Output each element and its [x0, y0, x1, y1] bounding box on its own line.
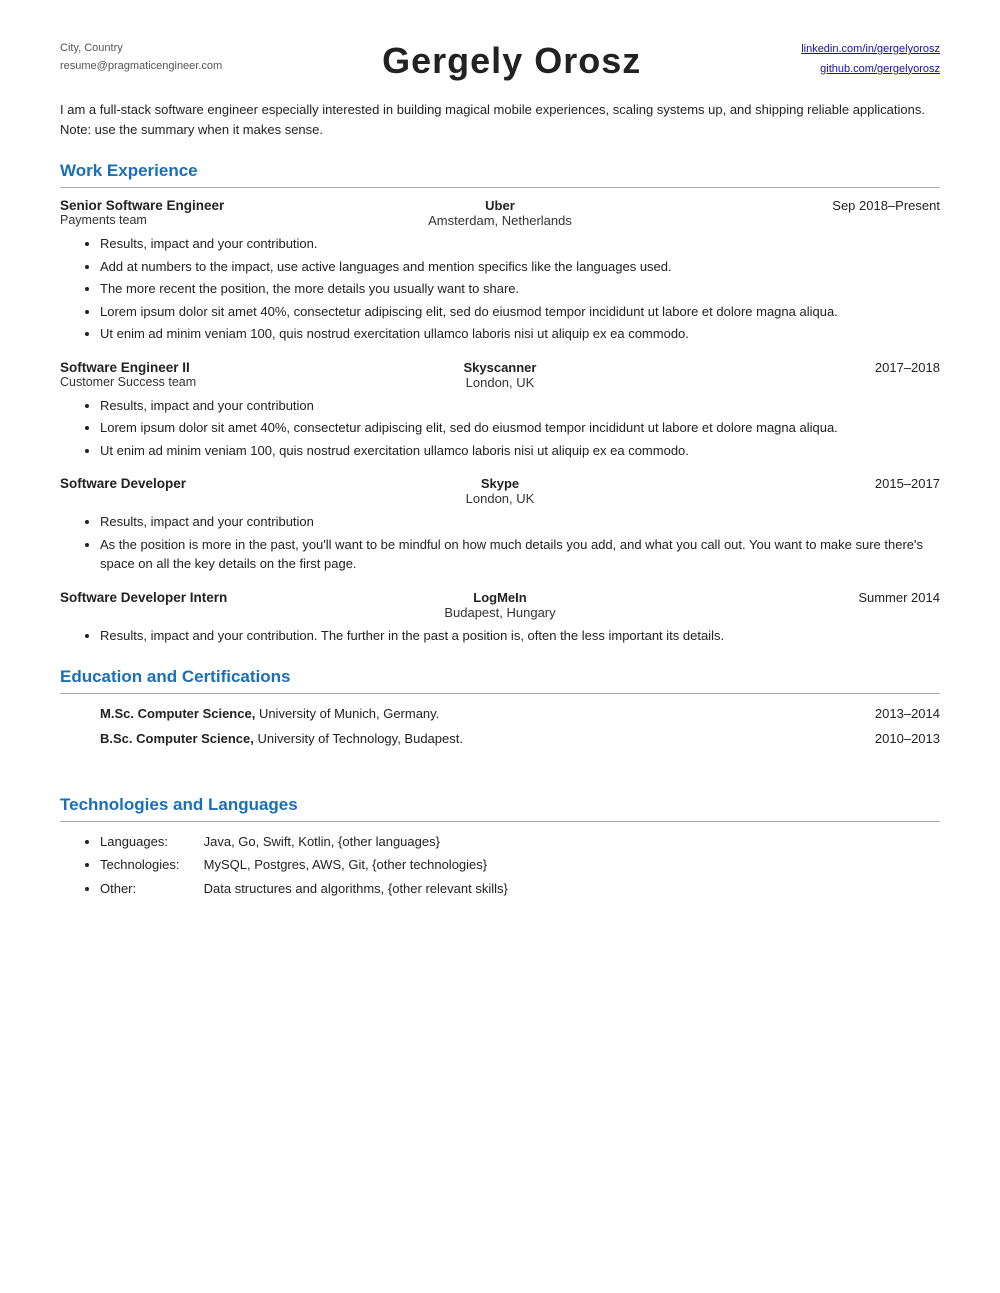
edu-item-2-bold: B.Sc. Computer Science,	[100, 731, 254, 746]
resume-header: City, Country resume@pragmaticengineer.c…	[60, 40, 940, 82]
list-item: Technologies: MySQL, Postgres, AWS, Git,…	[100, 855, 940, 875]
resume-name: Gergely Orosz	[382, 40, 641, 82]
job-4-company: LogMeIn	[353, 590, 646, 605]
header-github[interactable]: github.com/gergelyorosz	[801, 60, 940, 80]
tech-item-2-label: Technologies:	[100, 855, 200, 875]
job-3-bullets: Results, impact and your contribution As…	[100, 512, 940, 574]
job-1-company: Uber	[353, 198, 646, 213]
job-3-location: London, UK	[353, 491, 646, 506]
technologies-bullets: Languages: Java, Go, Swift, Kotlin, {oth…	[100, 832, 940, 899]
job-1-location: Amsterdam, Netherlands	[353, 213, 646, 228]
edu-item-2-rest: University of Technology, Budapest.	[254, 731, 463, 746]
job-1-title-block: Senior Software Engineer Payments team	[60, 198, 353, 227]
job-2-bullets: Results, impact and your contribution Lo…	[100, 396, 940, 461]
edu-item-2-text: B.Sc. Computer Science, University of Te…	[100, 729, 855, 749]
list-item: M.Sc. Computer Science, University of Mu…	[100, 704, 940, 724]
work-experience-section: Work Experience Senior Software Engineer…	[60, 161, 940, 645]
list-item	[100, 753, 940, 773]
job-3-company: Skype	[353, 476, 646, 491]
list-item: As the position is more in the past, you…	[100, 535, 940, 574]
job-4-title: Software Developer Intern	[60, 590, 353, 605]
job-1-header: Senior Software Engineer Payments team U…	[60, 198, 940, 228]
header-city: City, Country	[60, 40, 222, 58]
education-section: Education and Certifications M.Sc. Compu…	[60, 667, 940, 773]
list-item: B.Sc. Computer Science, University of Te…	[100, 729, 940, 749]
technologies-title: Technologies and Languages	[60, 795, 940, 815]
education-divider	[60, 693, 940, 694]
tech-item-3-label: Other:	[100, 879, 200, 899]
job-2-company-block: Skyscanner London, UK	[353, 360, 646, 390]
job-1-title: Senior Software Engineer	[60, 198, 353, 213]
education-title: Education and Certifications	[60, 667, 940, 687]
job-2-title-block: Software Engineer II Customer Success te…	[60, 360, 353, 389]
job-3-title: Software Developer	[60, 476, 353, 491]
edu-item-2-year: 2010–2013	[875, 729, 940, 749]
job-3-dates: 2015–2017	[647, 476, 940, 491]
edu-item-1-text: M.Sc. Computer Science, University of Mu…	[100, 704, 855, 724]
technologies-section: Technologies and Languages Languages: Ja…	[60, 795, 940, 899]
job-4-dates: Summer 2014	[647, 590, 940, 605]
job-1-team: Payments team	[60, 213, 353, 227]
edu-item-1-bold: M.Sc. Computer Science,	[100, 706, 255, 721]
job-4-company-block: LogMeIn Budapest, Hungary	[353, 590, 646, 620]
list-item: Results, impact and your contribution	[100, 396, 940, 416]
job-2-header: Software Engineer II Customer Success te…	[60, 360, 940, 390]
job-2-location: London, UK	[353, 375, 646, 390]
work-experience-title: Work Experience	[60, 161, 940, 181]
job-4-header: Software Developer Intern LogMeIn Budape…	[60, 590, 940, 620]
list-item: The more recent the position, the more d…	[100, 279, 940, 299]
list-item: Ut enim ad minim veniam 100, quis nostru…	[100, 324, 940, 344]
job-3: Software Developer Skype London, UK 2015…	[60, 476, 940, 574]
job-1-company-block: Uber Amsterdam, Netherlands	[353, 198, 646, 228]
job-2-team: Customer Success team	[60, 375, 353, 389]
job-4-location: Budapest, Hungary	[353, 605, 646, 620]
job-1-bullets: Results, impact and your contribution. A…	[100, 234, 940, 344]
technologies-divider	[60, 821, 940, 822]
header-left: City, Country resume@pragmaticengineer.c…	[60, 40, 222, 75]
tech-item-1-label: Languages:	[100, 832, 200, 852]
list-item: Ut enim ad minim veniam 100, quis nostru…	[100, 441, 940, 461]
list-item: Results, impact and your contribution.	[100, 234, 940, 254]
tech-item-2-value: MySQL, Postgres, AWS, Git, {other techno…	[204, 857, 488, 872]
edu-item-3-text	[100, 753, 920, 773]
job-1: Senior Software Engineer Payments team U…	[60, 198, 940, 344]
job-2: Software Engineer II Customer Success te…	[60, 360, 940, 461]
job-3-header: Software Developer Skype London, UK 2015…	[60, 476, 940, 506]
job-2-title: Software Engineer II	[60, 360, 353, 375]
edu-item-1-year: 2013–2014	[875, 704, 940, 724]
education-bullets: M.Sc. Computer Science, University of Mu…	[100, 704, 940, 773]
list-item: Lorem ipsum dolor sit amet 40%, consecte…	[100, 418, 940, 438]
job-2-company: Skyscanner	[353, 360, 646, 375]
header-linkedin[interactable]: linkedin.com/in/gergelyorosz	[801, 40, 940, 60]
list-item: Other: Data structures and algorithms, {…	[100, 879, 940, 899]
header-right: linkedin.com/in/gergelyorosz github.com/…	[801, 40, 940, 80]
list-item: Results, impact and your contribution. T…	[100, 626, 940, 646]
job-4: Software Developer Intern LogMeIn Budape…	[60, 590, 940, 646]
job-1-dates: Sep 2018–Present	[647, 198, 940, 213]
job-2-dates: 2017–2018	[647, 360, 940, 375]
tech-item-3-value: Data structures and algorithms, {other r…	[204, 881, 508, 896]
job-3-title-block: Software Developer	[60, 476, 353, 491]
list-item: Add at numbers to the impact, use active…	[100, 257, 940, 277]
header-center: Gergely Orosz	[382, 40, 641, 82]
job-4-title-block: Software Developer Intern	[60, 590, 353, 605]
edu-item-1-rest: University of Munich, Germany.	[255, 706, 439, 721]
job-3-company-block: Skype London, UK	[353, 476, 646, 506]
tech-item-1-value: Java, Go, Swift, Kotlin, {other language…	[204, 834, 440, 849]
list-item: Languages: Java, Go, Swift, Kotlin, {oth…	[100, 832, 940, 852]
resume-summary: I am a full-stack software engineer espe…	[60, 100, 940, 139]
work-experience-divider	[60, 187, 940, 188]
list-item: Lorem ipsum dolor sit amet 40%, consecte…	[100, 302, 940, 322]
job-4-bullets: Results, impact and your contribution. T…	[100, 626, 940, 646]
header-email: resume@pragmaticengineer.com	[60, 58, 222, 76]
list-item: Results, impact and your contribution	[100, 512, 940, 532]
